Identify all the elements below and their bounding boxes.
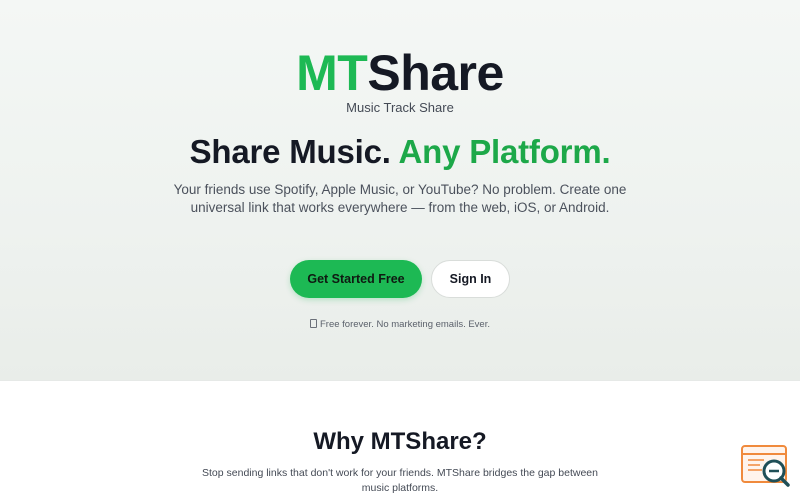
free-note-text: Free forever. No marketing emails. Ever. [319,319,490,330]
hero-description: Your friends use Spotify, Apple Music, o… [173,182,627,215]
hero-headline: Share Music. Any Platform. [0,132,800,172]
headline-plain: Share Music. [189,133,391,170]
gift-icon [309,319,317,328]
headline-accent: Any Platform. [398,133,611,170]
hero-section: MTShare Music Track Share Share Music. A… [0,0,800,381]
logo-mt: MT [296,45,368,101]
logo[interactable]: MTShare [0,44,800,102]
floating-helper-badge[interactable] [740,444,792,488]
why-title: Why MTShare? [313,428,487,455]
logo-share: Share [367,45,504,101]
sign-in-button[interactable]: Sign In [431,260,510,298]
get-started-button[interactable]: Get Started Free [290,260,422,298]
tagline: Music Track Share [346,100,454,115]
why-description: Stop sending links that don't work for y… [202,467,598,494]
search-icon [741,445,790,487]
free-note: Free forever. No marketing emails. Ever. [0,319,800,330]
